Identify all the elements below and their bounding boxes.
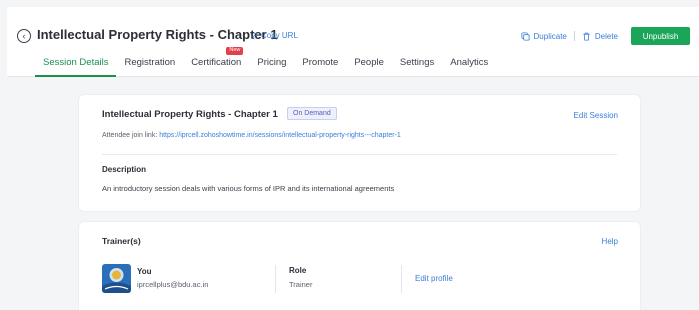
tab-label: Promote	[302, 57, 339, 68]
tab-label: Pricing	[257, 57, 287, 68]
duplicate-button[interactable]: Duplicate	[521, 32, 567, 41]
delete-button[interactable]: Delete	[582, 32, 618, 41]
description-label: Description	[102, 165, 147, 174]
trainers-card: Trainer(s) Help You iprcellplus@bdu.ac.i…	[79, 222, 640, 310]
help-link[interactable]: Help	[602, 237, 618, 246]
tab-pricing[interactable]: Pricing	[249, 48, 294, 77]
tab-settings[interactable]: Settings	[392, 48, 442, 77]
tab-session-details[interactable]: Session Details	[35, 48, 117, 77]
trash-icon	[583, 32, 590, 41]
tab-people[interactable]: People	[346, 48, 392, 77]
session-title: Intellectual Property Rights - Chapter 1	[102, 109, 278, 120]
tab-promote[interactable]: Promote	[294, 48, 346, 77]
tab-registration[interactable]: Registration	[116, 48, 183, 77]
page-header: ‹ Intellectual Property Rights - Chapter…	[7, 7, 699, 77]
delete-label: Delete	[594, 31, 618, 41]
action-divider	[573, 31, 575, 41]
trainer-email: iprcellplus@bdu.ac.in	[137, 280, 209, 289]
avatar-image	[102, 264, 131, 293]
copy-url-link[interactable]: Copy URL	[250, 31, 298, 40]
tab-label: Analytics	[450, 57, 489, 68]
session-type-badge: On Demand	[287, 107, 337, 120]
copy-url-label: Copy URL	[261, 31, 298, 40]
link-icon	[250, 32, 258, 39]
trainer-name: You	[137, 267, 152, 276]
column-divider	[401, 265, 402, 293]
session-details-card: Intellectual Property Rights - Chapter 1…	[79, 95, 640, 211]
column-divider	[275, 265, 276, 293]
role-value: Trainer	[289, 280, 313, 289]
page-title: Intellectual Property Rights - Chapter 1	[37, 27, 278, 42]
avatar	[102, 264, 131, 293]
tab-label: Session Details	[43, 57, 109, 68]
tab-label: Certification	[191, 57, 242, 68]
duplicate-icon	[521, 31, 530, 41]
tab-label: Settings	[399, 57, 435, 68]
join-link-row: Attendee join link: https://iprcell.zoho…	[102, 132, 401, 139]
tab-bar: Session Details Registration Certificati…	[35, 47, 496, 77]
tab-certification[interactable]: Certification New	[183, 47, 249, 77]
description-text: An introductory session deals with vario…	[102, 184, 395, 193]
tab-label: People	[354, 57, 384, 68]
duplicate-label: Duplicate	[533, 31, 567, 41]
edit-profile-link[interactable]: Edit profile	[415, 274, 453, 283]
divider	[102, 154, 617, 155]
unpublish-button[interactable]: Unpublish	[631, 27, 690, 45]
trainers-heading: Trainer(s)	[102, 236, 141, 246]
tab-label: Registration	[124, 57, 176, 68]
new-badge: New	[226, 47, 244, 55]
back-icon[interactable]: ‹	[17, 29, 31, 43]
join-link-label: Attendee join link:	[102, 132, 158, 139]
header-actions: Duplicate Delete Unpublish	[521, 27, 690, 45]
edit-session-link[interactable]: Edit Session	[574, 111, 618, 120]
join-link-url[interactable]: https://iprcell.zohoshowtime.in/sessions…	[159, 132, 401, 139]
tab-analytics[interactable]: Analytics	[442, 48, 496, 77]
role-label: Role	[289, 266, 307, 275]
